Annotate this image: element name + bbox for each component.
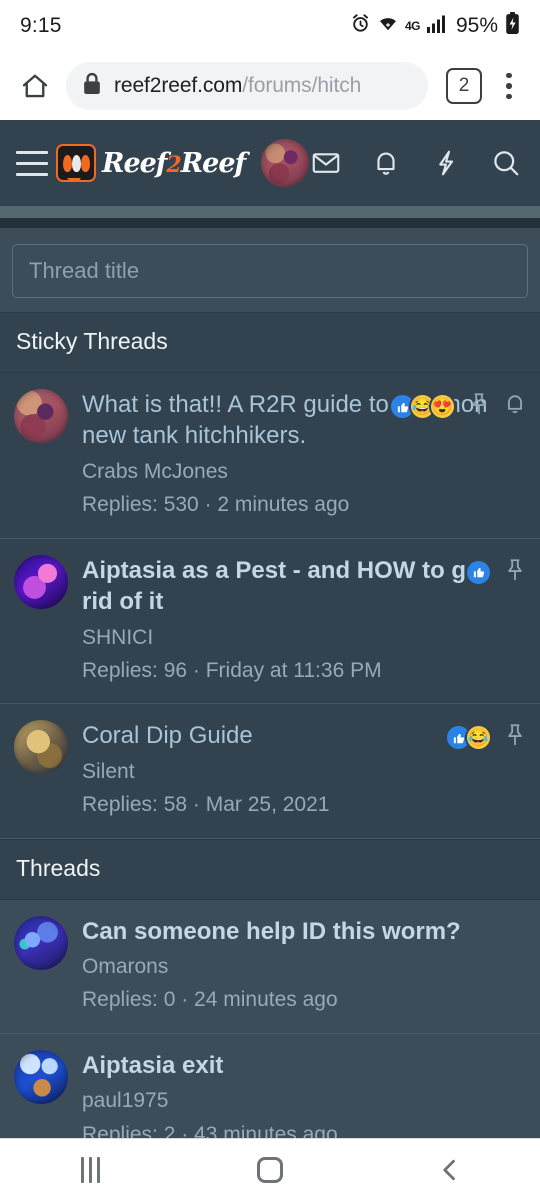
- home-icon[interactable]: [14, 65, 56, 107]
- inbox-icon[interactable]: [309, 146, 343, 180]
- tab-counter-button[interactable]: 2: [446, 68, 482, 104]
- site-logo[interactable]: Reef2Reef: [56, 144, 246, 182]
- logo-text: Reef2Reef: [102, 147, 246, 179]
- thread-author-avatar[interactable]: [14, 554, 68, 609]
- thread-row[interactable]: Coral Dip Guide Silent Replies: 58 · Mar 2…: [0, 704, 540, 839]
- thread-author[interactable]: Crabs McJones: [82, 457, 522, 486]
- browser-toolbar: reef2reef.com/forums/hitch 2: [0, 52, 540, 120]
- kebab-menu-icon[interactable]: [492, 72, 526, 100]
- thread-meta: Replies: 0 · 24 minutes ago: [82, 988, 338, 1012]
- thread-author[interactable]: Omarons: [82, 952, 522, 981]
- thread-meta: Replies: 58 · Mar 25, 2021: [82, 793, 330, 817]
- wifi-icon: [378, 14, 398, 39]
- lock-icon: [82, 72, 102, 100]
- search-placeholder: Thread title: [29, 258, 140, 283]
- thread-title-link[interactable]: Aiptasia exit: [82, 1050, 522, 1081]
- logo-text-a: Reef: [102, 147, 167, 179]
- status-bar: 9:15 4G 95%: [0, 0, 540, 52]
- signal-bars-icon: [426, 15, 447, 38]
- like-reaction-icon: [465, 558, 492, 586]
- thread-status-icons: 😂: [445, 722, 528, 753]
- url-path: /forums/hitch: [242, 74, 362, 97]
- reaction-badges[interactable]: 😂: [445, 724, 492, 752]
- thread-row[interactable]: Can someone help ID this worm? Omarons Rep…: [0, 899, 540, 1034]
- thread-body: Aiptasia as a Pest - and HOW to get rid …: [82, 555, 526, 686]
- battery-charging-icon: [505, 12, 520, 40]
- lightning-icon[interactable]: [429, 146, 463, 180]
- thread-author[interactable]: paul1975: [82, 1086, 522, 1115]
- back-chevron-icon[interactable]: [360, 1156, 540, 1184]
- thread-body: Aiptasia exit paul1975 Replies: 2 · 43 min…: [82, 1050, 526, 1149]
- thread-author-avatar[interactable]: [14, 915, 68, 970]
- thread-status-icons: 😂 😍: [389, 391, 528, 422]
- address-bar[interactable]: reef2reef.com/forums/hitch: [66, 62, 428, 110]
- thread-author[interactable]: Silent: [82, 757, 522, 786]
- thread-title-link[interactable]: Aiptasia as a Pest - and HOW to get rid …: [82, 555, 522, 618]
- thread-row[interactable]: Aiptasia as a Pest - and HOW to get rid …: [0, 538, 540, 705]
- url-text: reef2reef.com/forums/hitch: [114, 74, 361, 98]
- bell-watch-icon: [502, 391, 528, 422]
- thread-row[interactable]: What is that!! A R2R guide to common new…: [0, 373, 540, 539]
- hamburger-menu-icon[interactable]: [16, 150, 48, 176]
- thread-search-zone: Thread title: [0, 228, 540, 312]
- battery-percent: 95%: [455, 14, 498, 37]
- thread-body: Can someone help ID this worm? Omarons Rep…: [82, 916, 526, 1015]
- pin-icon: [502, 557, 528, 588]
- thread-status-icons: [465, 557, 528, 588]
- section-header: Threads: [0, 838, 540, 900]
- pin-icon: [466, 391, 492, 422]
- logo-badge-icon: [56, 144, 96, 182]
- home-square-icon[interactable]: [180, 1156, 360, 1183]
- alarm-icon: [350, 13, 371, 39]
- thread-meta: Replies: 96 · Friday at 11:36 PM: [82, 658, 382, 682]
- thread-list: Sticky Threads What is that!! A R2R guide…: [0, 312, 540, 1168]
- reaction-badges[interactable]: 😂 😍: [389, 393, 456, 420]
- search-icon[interactable]: [489, 146, 523, 180]
- thread-author-avatar[interactable]: [14, 1049, 68, 1104]
- user-avatar[interactable]: [261, 139, 310, 187]
- nav-strip-shadow: [0, 218, 540, 228]
- bell-icon[interactable]: [369, 146, 403, 180]
- nav-strip: [0, 206, 540, 218]
- section-title: Threads: [16, 854, 101, 881]
- forum-header: Reef2Reef: [0, 120, 540, 206]
- joy-reaction-icon: 😂: [465, 724, 492, 752]
- section-header: Sticky Threads: [0, 312, 540, 373]
- url-domain: reef2reef.com: [114, 74, 243, 97]
- thread-title-link[interactable]: Can someone help ID this worm?: [82, 916, 522, 947]
- logo-text-b: Reef: [180, 147, 246, 179]
- header-icon-group: [309, 146, 527, 180]
- android-nav-bar: [0, 1138, 540, 1200]
- network-4g-icon: 4G: [404, 19, 421, 33]
- pin-icon: [502, 722, 528, 753]
- status-time: 9:15: [20, 14, 62, 37]
- status-indicators: 4G 95%: [350, 12, 520, 40]
- thread-author-avatar[interactable]: [14, 389, 68, 443]
- thread-author-avatar[interactable]: [14, 720, 68, 775]
- thread-author[interactable]: SHNICI: [82, 623, 522, 652]
- search-input[interactable]: Thread title: [12, 244, 528, 298]
- thread-meta: Replies: 530 · 2 minutes ago: [82, 493, 350, 517]
- section-title: Sticky Threads: [16, 328, 168, 354]
- heart-eyes-reaction-icon: 😍: [429, 393, 456, 420]
- reaction-badges[interactable]: [465, 558, 492, 586]
- recents-icon[interactable]: [0, 1156, 180, 1183]
- logo-text-two: 2: [166, 151, 181, 178]
